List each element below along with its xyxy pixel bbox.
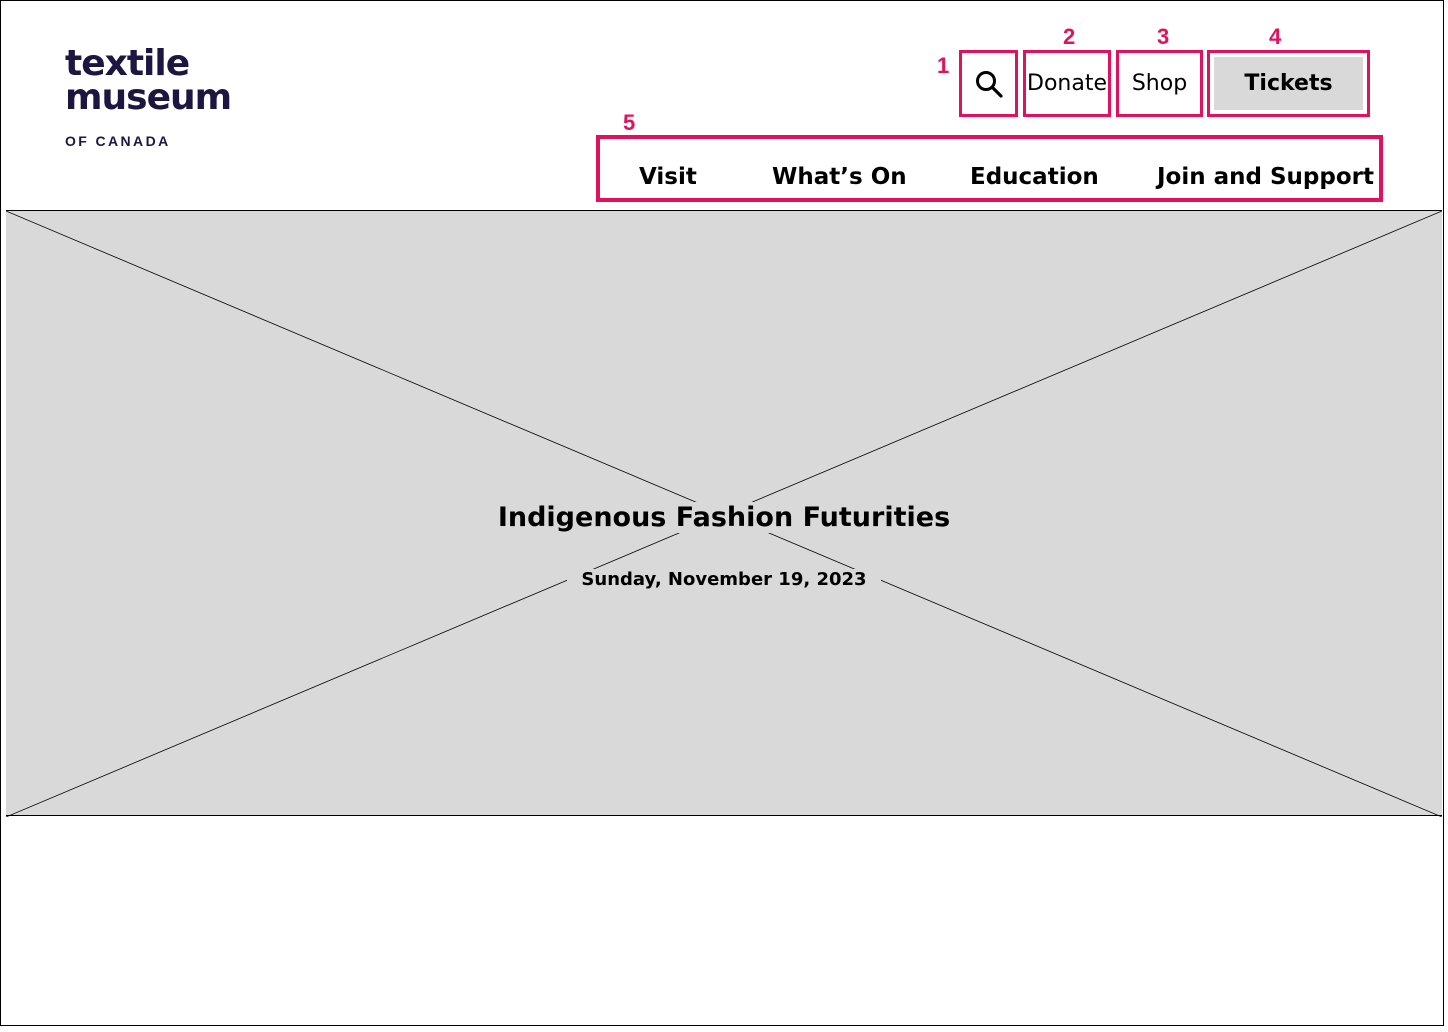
tickets-label: Tickets bbox=[1244, 71, 1333, 96]
tickets-button-fill: Tickets bbox=[1214, 57, 1363, 110]
annotation-4: 4 bbox=[1269, 24, 1282, 49]
hero-date: Sunday, November 19, 2023 bbox=[567, 569, 881, 590]
museum-logo[interactable]: textile museum OF CANADA bbox=[65, 43, 232, 150]
annotation-1: 1 bbox=[937, 53, 950, 78]
donate-label: Donate bbox=[1027, 71, 1107, 96]
nav-item-join-and-support[interactable]: Join and Support bbox=[1157, 163, 1374, 191]
search-icon bbox=[975, 70, 1003, 98]
hero-date-wrap: Sunday, November 19, 2023 bbox=[6, 569, 1442, 590]
nav-item-visit[interactable]: Visit bbox=[639, 163, 697, 191]
shop-button[interactable]: Shop bbox=[1116, 50, 1203, 117]
annotation-5: 5 bbox=[623, 110, 636, 135]
nav-item-education[interactable]: Education bbox=[970, 163, 1099, 191]
hero-title-wrap: Indigenous Fashion Futurities bbox=[6, 502, 1442, 533]
tickets-button[interactable]: Tickets bbox=[1207, 50, 1370, 117]
main-navigation: Visit What’s On Education Join and Suppo… bbox=[596, 135, 1383, 202]
hero-banner: Indigenous Fashion Futurities Sunday, No… bbox=[6, 210, 1442, 817]
logo-word-museum: museum bbox=[65, 77, 232, 118]
donate-button[interactable]: Donate bbox=[1023, 50, 1111, 117]
logo-word-textile: textile bbox=[65, 43, 190, 84]
hero-title-link[interactable]: Indigenous Fashion Futurities bbox=[489, 502, 959, 533]
shop-label: Shop bbox=[1131, 71, 1188, 96]
nav-item-whats-on[interactable]: What’s On bbox=[772, 163, 907, 191]
annotation-3: 3 bbox=[1157, 24, 1170, 49]
page-frame: textile museum OF CANADA 1 2 3 4 5 Donat… bbox=[0, 0, 1444, 1026]
annotation-2: 2 bbox=[1063, 24, 1076, 49]
logo-subtitle: OF CANADA bbox=[65, 133, 171, 149]
search-button[interactable] bbox=[959, 50, 1018, 117]
